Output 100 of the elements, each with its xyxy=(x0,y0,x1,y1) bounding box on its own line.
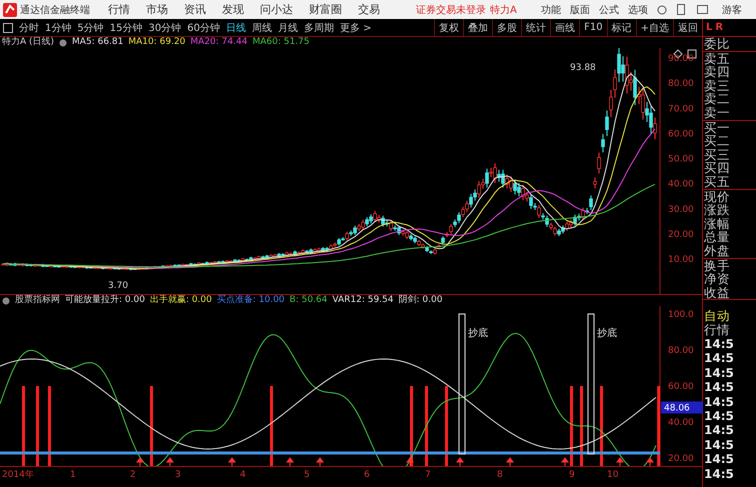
signal-label: 抄底 xyxy=(468,328,488,339)
date-label: 10 xyxy=(607,470,618,479)
arrow-icon xyxy=(136,458,144,466)
tick-time: 14:5 xyxy=(703,394,735,409)
axis-label: 20.00 xyxy=(668,454,694,464)
period-tab[interactable]: 周线 xyxy=(248,20,275,34)
axis-label: 20.00 xyxy=(668,230,694,240)
arrow-icon xyxy=(316,458,324,466)
high-price-label: 93.88 xyxy=(570,63,596,73)
indicator-value: 阴剑: 0.00 xyxy=(398,295,442,306)
app-logo-icon xyxy=(3,2,17,16)
gear-icon[interactable] xyxy=(2,296,10,304)
tick-time: 14:5 xyxy=(703,438,735,452)
axis-label: 60.00 xyxy=(668,382,694,392)
axis-label: 90.00 xyxy=(668,54,694,64)
menu-item[interactable]: 问小达 xyxy=(260,2,293,17)
menu-item[interactable]: 交易 xyxy=(358,2,380,17)
quote-label: 买二 xyxy=(703,134,731,148)
tool-menu-item[interactable]: 公式 xyxy=(598,2,619,16)
ma-value: MA20: 74.44 xyxy=(190,37,248,48)
arrow-icon xyxy=(616,458,624,466)
indicator-value: VAR12: 59.54 xyxy=(332,295,394,306)
axis-label: 40.00 xyxy=(668,418,694,428)
axis-label: 80.00 xyxy=(668,79,694,90)
user-label[interactable]: 游客 xyxy=(722,2,742,16)
quote-label: 净资 xyxy=(703,272,731,286)
arrow-icon xyxy=(286,458,294,466)
tick-time: 14:5 xyxy=(703,351,735,366)
tool-menu-item[interactable]: 版面 xyxy=(570,2,590,16)
quote-label: 卖二 xyxy=(703,92,731,106)
date-label: 3 xyxy=(175,470,181,479)
arrow-icon xyxy=(456,458,464,466)
quote-label: 涨幅 xyxy=(703,216,731,230)
period-tab[interactable]: 分时 xyxy=(16,20,42,34)
tick-time: 14:5 xyxy=(703,466,735,481)
message-icon[interactable] xyxy=(696,5,708,14)
square-icon[interactable] xyxy=(3,22,13,32)
axis-label: 30.00 xyxy=(668,204,694,215)
corner-label: R xyxy=(715,22,724,33)
refresh-icon[interactable] xyxy=(656,4,667,14)
ticker-mode[interactable]: 自动 xyxy=(703,308,756,324)
date-label: 5 xyxy=(304,470,310,479)
quote-label: 收益 xyxy=(703,286,731,300)
axis-label: 40.00 xyxy=(668,180,694,190)
menu-item[interactable]: 资讯 xyxy=(184,2,206,17)
axis-label: 100.0 xyxy=(668,310,694,320)
period-tab[interactable]: 1分钟 xyxy=(42,20,74,34)
app-name: 通达信金融终端 xyxy=(20,4,90,16)
quote-label: 买四 xyxy=(703,161,731,175)
indicator-name: 股票指标网 xyxy=(15,295,60,306)
arrow-icon xyxy=(406,458,414,466)
login-notice: 证券交易未登录 xyxy=(416,4,486,16)
menu-item[interactable]: 财富圈 xyxy=(309,2,342,17)
stock-name: 特力A xyxy=(490,4,517,16)
quote-label: 买五 xyxy=(703,174,731,189)
corner-label: L xyxy=(706,22,712,33)
menu-item[interactable]: 发现 xyxy=(222,2,244,17)
period-tab[interactable]: 15分钟 xyxy=(106,20,146,34)
arrow-icon xyxy=(561,458,568,466)
menu-item[interactable]: 行情 xyxy=(108,2,130,17)
arrow-icon xyxy=(506,458,514,466)
period-tab[interactable]: 月线 xyxy=(274,20,301,34)
arrow-icon xyxy=(228,458,236,466)
ticker-title: 行情 xyxy=(703,323,731,337)
tool-menu-item[interactable]: 功能 xyxy=(540,2,561,16)
menu-item[interactable]: 市场 xyxy=(146,2,168,17)
axis-label: 70.00 xyxy=(668,104,694,114)
period-tab[interactable]: 日线 xyxy=(222,20,249,34)
tick-time: 14:5 xyxy=(703,452,735,467)
current-value-tag: 48.06 xyxy=(661,402,703,414)
period-tab[interactable]: 30分钟 xyxy=(145,20,184,34)
quote-label: 涨跌 xyxy=(703,203,731,217)
tick-time: 14:5 xyxy=(703,408,735,424)
tick-time: 14:5 xyxy=(703,336,735,352)
quote-label: 外盘 xyxy=(703,244,731,258)
quote-label: 总量 xyxy=(703,230,731,244)
axis-label: 50.00 xyxy=(668,154,694,164)
quote-label: 卖三 xyxy=(703,78,731,92)
low-price-label: 3.70 xyxy=(108,281,128,291)
date-label: 1 xyxy=(70,470,76,479)
quote-label: 委比 xyxy=(703,37,731,51)
period-tab[interactable]: 5分钟 xyxy=(74,20,107,34)
period-tab[interactable]: 60分钟 xyxy=(184,20,223,34)
quote-label: 买一 xyxy=(703,120,731,134)
ma-value: MA10: 69.20 xyxy=(128,37,186,48)
period-tab[interactable]: 更多 > xyxy=(336,20,375,34)
date-label: 8 xyxy=(497,470,503,479)
tick-time: 14:5 xyxy=(703,380,735,394)
signal-label: 抄底 xyxy=(597,328,617,339)
period-tab[interactable]: 多周期 xyxy=(300,20,337,34)
quote-label: 卖四 xyxy=(703,65,731,79)
axis-label: 10.00 xyxy=(668,255,694,265)
tool-menu-item[interactable]: 选项 xyxy=(628,2,648,16)
gear-icon[interactable] xyxy=(59,38,68,46)
date-label: 4 xyxy=(240,470,246,479)
arrow-icon xyxy=(166,458,174,466)
quote-label: 买三 xyxy=(703,148,731,162)
phone-icon[interactable] xyxy=(676,4,685,15)
date-label: 6 xyxy=(364,470,370,479)
axis-label: 80.00 xyxy=(668,346,694,356)
